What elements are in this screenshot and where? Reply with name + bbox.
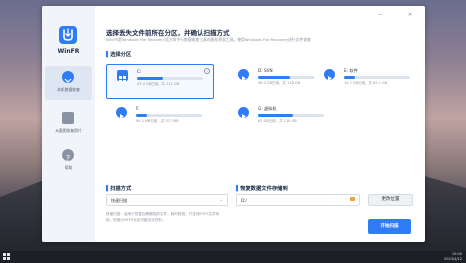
partition-usage-fill [136,114,147,117]
start-scan-button[interactable]: 开始扫描 [368,219,411,234]
scan-mode-select[interactable]: 快速扫描 ⌄ [106,194,228,206]
system-tray-clock[interactable]: 10:00 2023/4/12 [444,252,462,261]
sidebar-item-label: 从截图恢复照片 [55,128,82,133]
partition-usage-fill [344,76,356,79]
sidebar-item-screenshot-recovery[interactable]: 从截图恢复照片 [45,107,92,141]
partition-card-c[interactable]: C: 43.4 GB已用，共 111 GB i [106,64,214,99]
taskbar: 10:00 2023/4/12 [0,251,466,263]
windows-start-icon[interactable] [3,253,11,261]
scan-section-label: ▌扫描方式 [106,186,132,192]
scan-description: 快速扫描：适用于恢复近期删除的文件，耗时较短，只支持NTFS文件系统，但部分NT… [106,212,220,222]
partition-usage-fill [137,77,163,80]
partition-usage-bar [137,77,203,80]
partition-size: 14.7 GB已用，共 85.1 GB [344,81,388,85]
partition-size: 43.4 GB已用，共 111 GB [137,82,180,86]
close-button[interactable]: ✕ [408,12,412,18]
app-logo-icon [59,26,77,44]
partition-name: F: [136,106,140,111]
partition-name: E: 软件 [344,68,358,73]
svg-text:?: ? [66,154,70,163]
scan-mode-value: 快速扫描 [111,197,127,203]
drive-recover-icon [62,71,74,83]
partition-section-label: ▌选择分区 [106,52,132,58]
save-path-value: D:/ [241,197,247,203]
app-name: WinFR [57,48,80,55]
drive-icon [238,69,249,81]
partition-card-f[interactable]: F: 94.2 MB已用，共 577 MB [106,102,212,135]
partition-name: G: 虚拟机 [258,106,277,111]
sidebar: WinFR 本机数据恢复 从截图恢复照片 ? 帮助 [42,6,95,242]
change-location-button[interactable]: 更改位置 [368,194,413,206]
partition-usage-bar [344,76,410,79]
app-window: WinFR 本机数据恢复 从截图恢复照片 ? 帮助 — ✕ 选择丢失文件前所在分… [42,6,425,242]
drive-icon [324,69,335,81]
chevron-down-icon: ⌄ [219,197,223,202]
partition-usage-bar [258,114,324,117]
sidebar-item-help[interactable]: ? 帮助 [45,144,92,178]
page-title: 选择丢失文件前所在分区，并确认扫描方式 [106,29,230,37]
save-section-label: ▌恢复数据文件存储到 [236,186,288,192]
drive-icon [116,107,127,119]
tray-date: 2023/4/12 [444,256,462,261]
partition-card-e[interactable]: E: 软件 14.7 GB已用，共 85.1 GB [314,64,420,97]
partition-card-g[interactable]: G: 虚拟机 62 GB已用，共 118 GB [228,102,334,135]
sidebar-item-label: 本机数据恢复 [57,87,80,92]
partition-usage-bar [136,114,202,117]
partition-name: D: SVN [258,68,273,73]
partition-usage-fill [258,114,293,117]
sidebar-item-local-recovery[interactable]: 本机数据恢复 [45,66,92,100]
info-icon[interactable]: i [204,68,210,74]
screenshot-icon [62,112,74,124]
minimize-button[interactable]: — [378,12,383,18]
sidebar-item-label: 帮助 [64,165,73,170]
save-path-field[interactable]: D:/ [236,194,360,206]
help-icon: ? [62,149,74,163]
partition-size: 56.3 GB已用，共 118 GB [258,81,301,85]
partition-size: 94.2 MB已用，共 577 MB [136,119,179,123]
partition-name: C: [137,69,142,74]
windows-drive-icon [117,70,128,83]
partition-usage-fill [258,76,290,79]
folder-icon [350,197,355,201]
drive-icon [238,107,249,119]
partition-size: 62 GB已用，共 118 GB [258,119,297,123]
page-subtitle: WinFR是Windows File Recovery官方命令行数据恢复工具的图… [106,37,311,42]
